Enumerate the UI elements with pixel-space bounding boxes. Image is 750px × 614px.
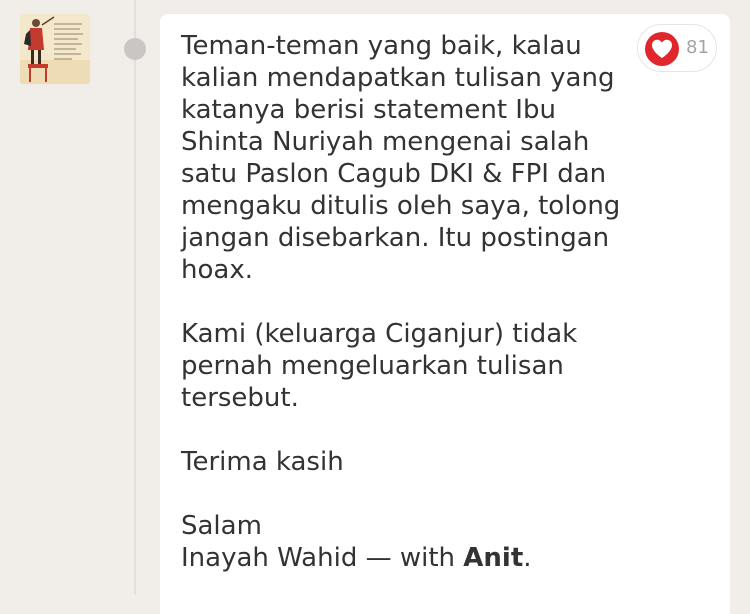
timeline-dot — [124, 38, 146, 60]
post-paragraph: Teman-teman yang baik, kalau kalian mend… — [181, 31, 621, 285]
author-text: Inayah Wahid — with — [181, 543, 464, 573]
signature-period: . — [523, 543, 532, 573]
post-paragraph: Terima kasih — [181, 447, 344, 477]
heart-icon — [645, 32, 679, 66]
post-paragraph: Kami (keluarga Ciganjur) tidak pernah me… — [181, 319, 578, 413]
tagged-user-link[interactable]: Anit — [463, 543, 523, 573]
post-card: Teman-teman yang baik, kalau kalian mend… — [160, 14, 730, 614]
avatar[interactable] — [20, 14, 90, 84]
like-count: 81 — [686, 37, 709, 58]
timeline-line — [134, 0, 136, 595]
closing-text: Salam — [181, 511, 262, 541]
like-button[interactable]: 81 — [637, 24, 717, 72]
post-body: Teman-teman yang baik, kalau kalian mend… — [181, 30, 641, 574]
profile-illustration — [20, 14, 90, 84]
post-signature: Salam Inayah Wahid — with Anit. — [181, 510, 641, 574]
